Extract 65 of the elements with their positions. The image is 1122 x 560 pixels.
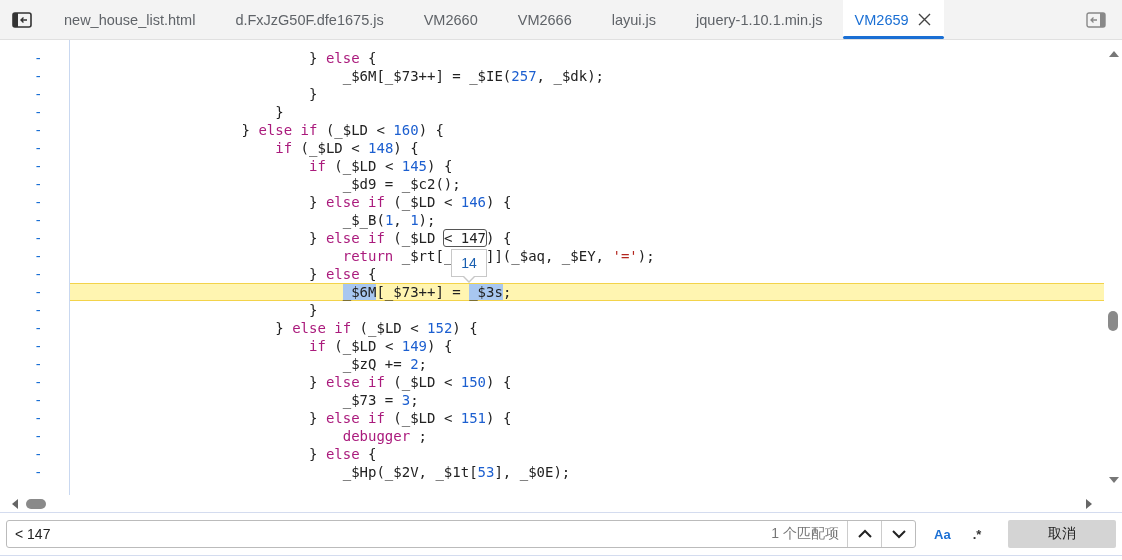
line-marker: - xyxy=(34,67,44,85)
code-line: _$zQ += 2; xyxy=(341,355,429,373)
line-marker: - xyxy=(34,283,44,301)
line-marker: - xyxy=(34,121,44,139)
code-line: } else { xyxy=(308,49,378,67)
scrollbar-thumb[interactable] xyxy=(26,498,46,509)
code-line: if (_$LD < 145) { xyxy=(308,157,454,175)
file-tab[interactable]: layui.js xyxy=(591,0,677,39)
file-tab[interactable]: jquery-1.10.1.min.js xyxy=(676,0,843,39)
code-line: ]](_$aq, _$EY, '='); xyxy=(486,248,655,264)
code-line: } else if (_$LD < 160) { xyxy=(240,121,445,139)
line-marker: - xyxy=(34,301,44,319)
line-marker: - xyxy=(34,157,44,175)
code-line: _$6M[_$73++] = _$IE(257, _$dk); xyxy=(341,67,606,85)
line-marker: - xyxy=(34,391,44,409)
code-line: } else if (_$LD < 150) { xyxy=(308,373,513,391)
line-marker: - xyxy=(34,337,44,355)
tooltip: 14 xyxy=(451,249,487,283)
code-line: } else { xyxy=(308,445,378,463)
file-tab[interactable]: VM2660 xyxy=(403,0,498,39)
code-line: _$Hp(_$2V, _$1t[53], _$0E); xyxy=(341,463,572,481)
sidebar-toggle-icon[interactable] xyxy=(12,11,32,28)
line-marker: - xyxy=(34,355,44,373)
code-line: _$d9 = _$c2(); xyxy=(341,175,462,193)
code-line: debugger ; xyxy=(341,427,429,445)
line-marker: - xyxy=(34,409,44,427)
code-line: } else if (_$LD < 152) { xyxy=(274,319,479,337)
code-line: _$73 = 3; xyxy=(341,391,420,409)
code-line: if (_$LD < 148) { xyxy=(274,139,420,157)
code-line: } else if (_$LD < 147) { xyxy=(308,229,513,247)
code-line: } else if (_$LD < 151) { xyxy=(308,409,513,427)
line-marker: - xyxy=(34,265,44,283)
line-marker: - xyxy=(34,211,44,229)
cancel-button[interactable]: 取消 xyxy=(1008,520,1116,548)
code-line: } else if (_$LD < 146) { xyxy=(308,193,513,211)
line-marker: - xyxy=(34,139,44,157)
search-option-toggle[interactable]: .* xyxy=(968,524,986,544)
line-marker: - xyxy=(34,427,44,445)
scrollbar-thumb[interactable] xyxy=(1108,311,1118,331)
code-line: } xyxy=(308,85,319,103)
line-marker: - xyxy=(34,445,44,463)
match-count: 1 个匹配项 xyxy=(771,525,840,543)
code-line: if (_$LD < 149) { xyxy=(308,337,454,355)
file-tab[interactable]: new_house_list.html xyxy=(44,0,216,39)
line-marker: - xyxy=(34,319,44,337)
line-marker: - xyxy=(34,463,44,481)
line-marker: - xyxy=(34,193,44,211)
file-tab[interactable]: VM2666 xyxy=(497,0,592,39)
panel-toggle-icon[interactable] xyxy=(1086,11,1106,28)
code-line: } else { xyxy=(308,265,378,283)
line-marker: - xyxy=(34,85,44,103)
line-marker: - xyxy=(34,247,44,265)
code-line: } xyxy=(274,103,285,121)
line-marker: - xyxy=(34,103,44,121)
line-marker: - xyxy=(34,229,44,247)
file-tab[interactable]: d.FxJzG50F.dfe1675.js xyxy=(215,0,404,39)
code-line: _$_B(1, 1); xyxy=(341,211,437,229)
line-marker: - xyxy=(34,373,44,391)
line-marker: - xyxy=(34,49,44,67)
search-option-toggle[interactable]: Aa xyxy=(930,524,955,544)
code-line: } xyxy=(308,301,319,319)
file-tab[interactable]: VM2659 xyxy=(842,0,944,39)
close-icon[interactable] xyxy=(916,12,932,27)
code-line: return _$rt[_ xyxy=(341,248,453,264)
line-marker: - xyxy=(34,175,44,193)
